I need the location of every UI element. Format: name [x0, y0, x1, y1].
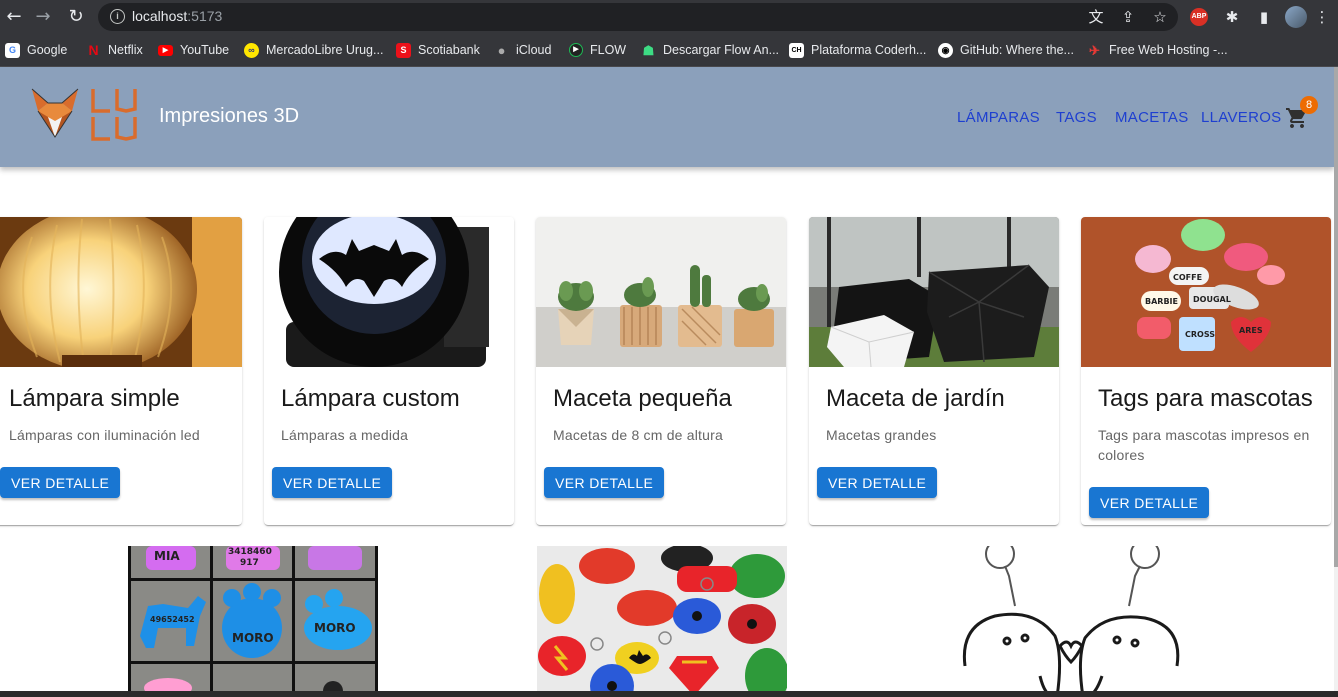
- svg-text:BARBIE: BARBIE: [1145, 297, 1178, 306]
- google-icon: G: [5, 42, 20, 58]
- nav-macetas[interactable]: MACETAS: [1115, 109, 1189, 126]
- back-arrow-icon[interactable]: ←: [3, 6, 25, 28]
- bookmarks-bar: G Google N Netflix ▶ YouTube ∞ MercadoLibre …: [0, 34, 1338, 89]
- side-panel-icon[interactable]: ▮: [1254, 7, 1274, 27]
- address-bar[interactable]: [98, 3, 1178, 31]
- mercadolibre-icon: ∞: [244, 42, 259, 58]
- svg-text:ARES: ARES: [1239, 326, 1263, 335]
- product-card-partial: MIA 3418460 917 49652452 MORO MORO: [128, 546, 378, 697]
- bookmark-github[interactable]: ◉ GitHub: Where the...: [938, 34, 1074, 66]
- tag-text: MORO: [232, 631, 274, 645]
- tag-text: 3418460: [228, 547, 272, 557]
- card-title: Tags para mascotas: [1098, 385, 1313, 412]
- scotiabank-icon: S: [396, 42, 411, 58]
- ver-detalle-button[interactable]: VER DETALLE: [544, 467, 665, 498]
- hosting-icon: ✈: [1089, 42, 1100, 58]
- browser-toolbar: ← → ↻ i localhost:5173 ⽂ ⇪ ☆ ABP ✱ ▮ ⋮: [0, 0, 1338, 34]
- svg-text:COFFE: COFFE: [1173, 273, 1202, 282]
- brand-title[interactable]: Impresiones 3D: [159, 105, 299, 128]
- card-title: Lámpara simple: [9, 385, 180, 412]
- fox-logo-icon[interactable]: [30, 87, 80, 139]
- ver-detalle-button[interactable]: VER DETALLE: [0, 467, 121, 498]
- garden-pots-image: [809, 217, 1059, 367]
- site-info-icon[interactable]: i: [110, 9, 125, 24]
- svg-text:DOUGAL: DOUGAL: [1193, 295, 1231, 304]
- bookmark-flow[interactable]: ▶ FLOW: [569, 34, 626, 66]
- scrollbar-thumb[interactable]: [1334, 67, 1338, 567]
- nav-tags[interactable]: TAGS: [1056, 109, 1097, 126]
- card-description: Tags para mascotas impresos en colores: [1098, 427, 1310, 463]
- lulu-logo: [91, 89, 137, 141]
- extensions-icon[interactable]: ✱: [1222, 7, 1242, 27]
- pet-tags-grid-image: MIA 3418460 917 49652452 MORO MORO: [128, 546, 378, 697]
- bookmark-icloud[interactable]: ● iCloud: [494, 34, 552, 66]
- superhero-keychains-image: [537, 546, 787, 697]
- bottom-edge: [0, 691, 1338, 697]
- tag-text: 49652452: [150, 615, 195, 624]
- card-description: Macetas de 8 cm de altura: [553, 427, 723, 443]
- youtube-icon: ▶: [158, 44, 173, 56]
- small-pots-image: [536, 217, 786, 367]
- tag-text: 917: [240, 558, 259, 568]
- ver-detalle-button[interactable]: VER DETALLE: [817, 467, 938, 498]
- tag-text: MIA: [154, 549, 180, 563]
- card-description: Lámparas con iluminación led: [9, 427, 200, 443]
- lamp-image: [0, 217, 242, 367]
- android-icon: ☗: [642, 42, 655, 58]
- nav-lamparas[interactable]: LÁMPARAS: [957, 109, 1040, 126]
- translate-icon[interactable]: ⽂: [1086, 7, 1106, 27]
- svg-text:CROSS: CROSS: [1185, 330, 1215, 339]
- netflix-icon: N: [88, 41, 99, 58]
- apple-icon: ●: [497, 42, 506, 58]
- pet-tags-image: COFFE BARBIE DOUGAL CROSS ARES: [1081, 217, 1331, 367]
- bookmark-mercadolibre[interactable]: ∞ MercadoLibre Urug...: [244, 34, 383, 66]
- adblock-icon[interactable]: ABP: [1190, 8, 1208, 26]
- flow-icon: ▶: [569, 43, 583, 57]
- coderhouse-icon: CH: [789, 42, 804, 58]
- cart-count-badge: 8: [1300, 96, 1318, 114]
- card-title: Lámpara custom: [281, 385, 460, 412]
- ver-detalle-button[interactable]: VER DETALLE: [1089, 487, 1210, 518]
- bookmark-google[interactable]: G Google: [5, 34, 67, 66]
- card-description: Macetas grandes: [826, 427, 937, 443]
- forward-arrow-icon[interactable]: →: [32, 6, 54, 28]
- bookmark-free-hosting[interactable]: ✈ Free Web Hosting -...: [1087, 34, 1228, 66]
- card-title: Maceta de jardín: [826, 385, 1005, 412]
- product-card-partial: [945, 546, 1195, 697]
- product-card: Lámpara custom Lámparas a medida VER DET…: [264, 217, 514, 525]
- bookmark-flow-android[interactable]: ☗ Descargar Flow An...: [641, 34, 779, 66]
- card-description: Lámparas a medida: [281, 427, 409, 443]
- url-text[interactable]: localhost:5173: [132, 8, 222, 24]
- ver-detalle-button[interactable]: VER DETALLE: [272, 467, 393, 498]
- product-card: Lámpara simple Lámparas con iluminación …: [0, 217, 242, 525]
- product-card: COFFE BARBIE DOUGAL CROSS ARES Tags para mas…: [1081, 217, 1331, 525]
- reload-icon[interactable]: ↻: [65, 6, 87, 28]
- app-header: Impresiones 3D LÁMPARAS TAGS MACETAS LLA…: [0, 67, 1334, 167]
- tag-text: MORO: [314, 621, 356, 635]
- product-card-partial: [537, 546, 787, 697]
- bookmark-netflix[interactable]: N Netflix: [86, 34, 142, 66]
- batman-lamp-image: [264, 217, 514, 367]
- card-title: Maceta pequeña: [553, 385, 732, 412]
- nav-llaveros[interactable]: LLAVEROS: [1201, 109, 1282, 126]
- share-icon[interactable]: ⇪: [1118, 7, 1138, 27]
- bookmark-youtube[interactable]: ▶ YouTube: [158, 34, 229, 66]
- product-card: Maceta de jardín Macetas grandes VER DET…: [809, 217, 1059, 525]
- product-card: Maceta pequeña Macetas de 8 cm de altura…: [536, 217, 786, 525]
- couple-keychain-image: [945, 546, 1195, 697]
- bookmark-star-icon[interactable]: ☆: [1150, 7, 1170, 27]
- github-icon: ◉: [938, 42, 953, 58]
- menu-kebab-icon[interactable]: ⋮: [1312, 7, 1332, 27]
- bookmark-coderhouse[interactable]: CH Plataforma Coderh...: [789, 34, 926, 66]
- bookmark-scotiabank[interactable]: S Scotiabank: [396, 34, 480, 66]
- profile-avatar[interactable]: [1285, 6, 1307, 28]
